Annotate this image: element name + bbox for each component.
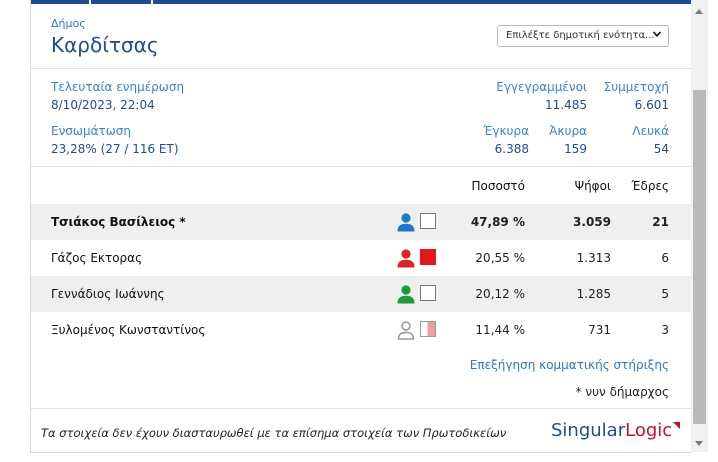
scroll-up-arrow-icon[interactable] <box>695 9 703 14</box>
registered-label: Εγγεγραμμένοι <box>496 80 587 94</box>
candidate-percent: 20,55 % <box>475 251 525 265</box>
last-update-value: 8/10/2023, 22:04 <box>51 98 155 112</box>
invalid: Άκυρα 159 <box>537 124 587 156</box>
candidate-seats: 21 <box>652 215 669 229</box>
candidate-percent: 20,12 % <box>475 287 525 301</box>
municipality-title: Καρδίτσας <box>51 33 159 57</box>
blank-label: Λευκά <box>632 124 669 138</box>
party-color-swatch <box>420 321 436 337</box>
logo-part-logic: Logic <box>625 420 673 441</box>
candidate-seats: 5 <box>661 287 669 301</box>
results-panel: Δήμος Καρδίτσας Επιλέξτε δημοτική ενότητ… <box>30 0 692 453</box>
district-select-value: Επιλέξτε δημοτική ενότητα... <box>506 30 655 41</box>
municipality-label: Δήμος <box>51 17 86 30</box>
logo-flag-icon <box>673 422 681 429</box>
valid-label: Έγκυρα <box>483 124 529 138</box>
party-color-swatch <box>420 249 436 265</box>
top-tab-bar <box>31 0 691 5</box>
person-outline-icon <box>397 321 415 340</box>
column-header-votes: Ψήφοι <box>574 179 611 193</box>
party-color-swatch <box>420 285 436 301</box>
chevron-down-icon <box>652 29 662 42</box>
candidate-votes: 3.059 <box>573 215 611 229</box>
candidate-votes: 731 <box>588 323 611 337</box>
scrollbar-thumb[interactable] <box>693 90 706 424</box>
turnout-value: 6.601 <box>634 98 669 112</box>
invalid-value: 159 <box>564 142 587 156</box>
candidate-votes: 1.313 <box>576 251 611 265</box>
candidate-seats: 3 <box>661 323 669 337</box>
invalid-label: Άκυρα <box>549 124 587 138</box>
turnout-label: Συμμετοχή <box>603 80 669 94</box>
last-update: Τελευταία ενημέρωση 8/10/2023, 22:04 <box>51 80 184 112</box>
table-row: Γεννάδιος Ιωάννης 20,12 % 1.285 5 <box>31 276 691 312</box>
candidate-percent: 47,89 % <box>470 215 525 229</box>
valid-value: 6.388 <box>494 142 529 156</box>
registered-value: 11.485 <box>545 98 587 112</box>
blank: Λευκά 54 <box>611 124 669 156</box>
table-row: Τσιάκος Βασίλειος * 47,89 % 3.059 21 <box>31 204 691 240</box>
registered: Εγγεγραμμένοι 11.485 <box>487 80 587 112</box>
integration-value: 23,28% (27 / 116 ΕΤ) <box>51 142 179 156</box>
divider <box>31 68 691 69</box>
incumbent-note: * νυν δήμαρχος <box>575 385 669 399</box>
divider <box>31 408 691 409</box>
party-support-link[interactable]: Επεξήγηση κομματικής στήριξης <box>470 358 669 372</box>
singular-logic-logo: SingularLogic <box>551 420 681 441</box>
candidate-name: Ξυλομένος Κωνσταντίνος <box>51 323 206 337</box>
candidate-seats: 6 <box>661 251 669 265</box>
party-color-swatch <box>420 213 436 229</box>
blank-value: 54 <box>653 142 669 156</box>
table-row: Γάζος Εκτορας 20,55 % 1.313 6 <box>31 240 691 276</box>
last-update-label: Τελευταία ενημέρωση <box>51 80 185 94</box>
column-header-percent: Ποσοστό <box>471 179 525 193</box>
integration: Ενσωμάτωση 23,28% (27 / 116 ΕΤ) <box>51 124 179 156</box>
candidate-votes: 1.285 <box>576 287 611 301</box>
logo-part-singular: Singular <box>551 420 626 441</box>
valid: Έγκυρα 6.388 <box>471 124 529 156</box>
candidate-name: Γεννάδιος Ιωάννης <box>51 287 165 301</box>
district-select[interactable]: Επιλέξτε δημοτική ενότητα... <box>497 25 669 47</box>
turnout: Συμμετοχή 6.601 <box>597 80 669 112</box>
person-icon <box>397 285 415 304</box>
disclaimer: Τα στοιχεία δεν έχουν διασταυρωθεί με τα… <box>41 426 507 440</box>
integration-label: Ενσωμάτωση <box>51 124 131 138</box>
divider <box>31 166 691 167</box>
table-row: Ξυλομένος Κωνσταντίνος 11,44 % 731 3 <box>31 312 691 348</box>
person-icon <box>397 249 415 268</box>
person-icon <box>397 213 415 232</box>
column-header-seats: Έδρες <box>631 179 669 193</box>
candidate-percent: 11,44 % <box>475 323 525 337</box>
scroll-down-arrow-icon[interactable] <box>695 441 703 446</box>
candidate-name: Τσιάκος Βασίλειος * <box>51 215 186 229</box>
candidate-name: Γάζος Εκτορας <box>51 251 143 265</box>
